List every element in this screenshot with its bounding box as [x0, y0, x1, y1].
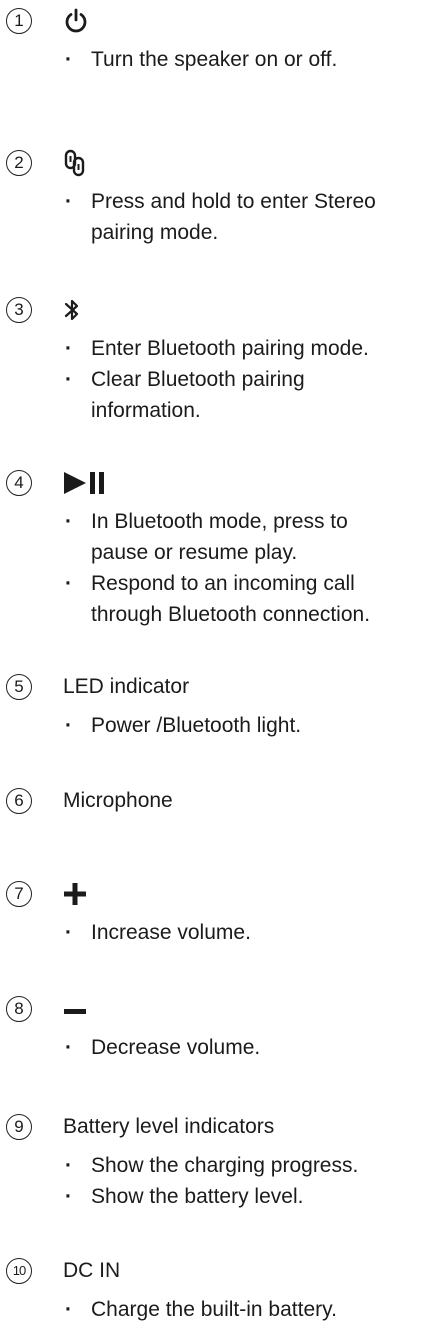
plus-icon — [63, 882, 87, 906]
minus-icon — [63, 997, 87, 1021]
list-item: Show the battery level. — [63, 1181, 448, 1212]
item-title: Microphone — [63, 789, 173, 812]
item-number: 7 — [6, 881, 32, 907]
list-item: Charge the built-in battery. — [63, 1294, 448, 1325]
bullet-list: Decrease volume. — [63, 1032, 448, 1063]
list-item: In Bluetooth mode, press to — [63, 506, 448, 537]
list-item: Decrease volume. — [63, 1032, 448, 1063]
stereo-link-icon — [63, 149, 87, 177]
item-number: 2 — [6, 150, 32, 176]
bullet-list: Press and hold to enter Stereo pairing m… — [63, 186, 448, 248]
item-number: 8 — [6, 996, 32, 1022]
item-number: 1 — [6, 8, 32, 34]
bullet-list: Increase volume. — [63, 917, 448, 948]
item-number: 5 — [6, 674, 32, 700]
bluetooth-icon — [63, 297, 81, 323]
item-title: DC IN — [63, 1259, 121, 1282]
list-item: Increase volume. — [63, 917, 448, 948]
item-number: 3 — [6, 297, 32, 323]
item-number: 4 — [6, 470, 32, 496]
bullet-list: Enter Bluetooth pairing mode. Clear Blue… — [63, 333, 448, 426]
list-item: Turn the speaker on or off. — [63, 44, 448, 75]
item-title: LED indicator — [63, 675, 190, 698]
bullet-list: In Bluetooth mode, press to pause or res… — [63, 506, 448, 630]
list-item: Press and hold to enter Stereo — [63, 186, 448, 217]
bullet-list: Turn the speaker on or off. — [63, 44, 448, 75]
list-item: Enter Bluetooth pairing mode. — [63, 333, 448, 364]
list-item: information. — [91, 399, 201, 422]
power-icon — [63, 8, 89, 34]
list-item: pairing mode. — [91, 221, 219, 244]
bullet-list: Charge the built-in battery. — [63, 1294, 448, 1325]
list-item: pause or resume play. — [91, 541, 298, 564]
item-title: Battery level indicators — [63, 1115, 275, 1138]
play-pause-icon — [63, 470, 109, 496]
list-item: Show the charging progress. — [63, 1150, 448, 1181]
item-number: 6 — [6, 788, 32, 814]
list-item: Power /Bluetooth light. — [63, 710, 448, 741]
bullet-list: Show the charging progress. Show the bat… — [63, 1150, 448, 1212]
list-item: through Bluetooth connection. — [91, 603, 371, 626]
item-number: 10 — [6, 1258, 32, 1284]
item-number: 9 — [6, 1114, 32, 1140]
list-item: Clear Bluetooth pairing — [63, 364, 448, 395]
list-item: Respond to an incoming call — [63, 568, 448, 599]
bullet-list: Power /Bluetooth light. — [63, 710, 448, 741]
